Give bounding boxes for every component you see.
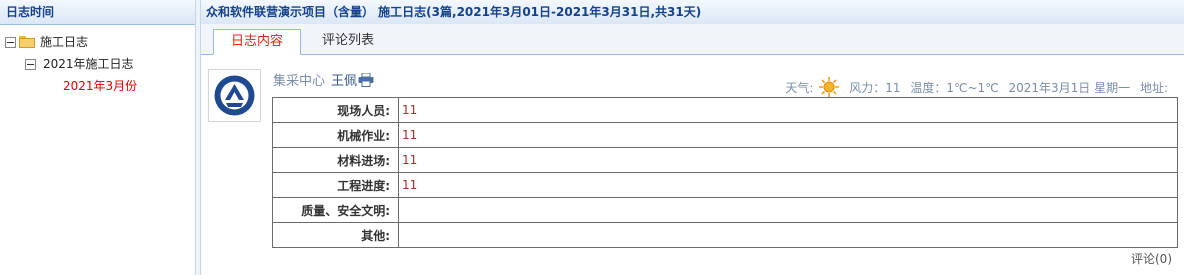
- wind-text: 风力：11: [849, 81, 901, 95]
- tab-comment-list[interactable]: 评论列表: [305, 29, 391, 53]
- row-value: [398, 222, 1178, 248]
- tree-month-label[interactable]: 2021年3月份: [63, 75, 137, 97]
- weather-line: 天气: 风力：11 温度：1℃~1℃ 2021年3月1日 星期一 地址:: [779, 77, 1168, 97]
- author-name: 王佩: [331, 74, 358, 89]
- row-label: 材料进场:: [272, 147, 399, 173]
- collapse-icon[interactable]: [5, 37, 16, 48]
- table-row: 工程进度: 11: [272, 172, 1178, 198]
- table-row: 材料进场: 11: [272, 147, 1178, 173]
- tab-strip: 日志内容 评论列表: [201, 24, 1184, 55]
- weather-label: 天气:: [785, 81, 814, 95]
- row-value: [398, 197, 1178, 223]
- department-label: 集采中心: [273, 74, 326, 89]
- temperature-text: 温度：1℃~1℃: [910, 81, 999, 95]
- left-panel-title: 日志时间: [0, 0, 195, 25]
- row-value: 11: [398, 147, 1178, 173]
- right-panel-title: 众和软件联营演示项目（含量） 施工日志(3篇,2021年3月01日-2021年3…: [201, 0, 1184, 25]
- tree-node-year[interactable]: 2021年施工日志: [0, 53, 195, 75]
- right-panel: 众和软件联营演示项目（含量） 施工日志(3篇,2021年3月01日-2021年3…: [201, 0, 1184, 275]
- row-label: 机械作业:: [272, 122, 399, 148]
- log-table: 现场人员: 11 机械作业: 11 材料进场: 11 工程进度: 11 质量、安…: [272, 97, 1178, 248]
- row-value: 11: [398, 172, 1178, 198]
- row-label: 质量、安全文明:: [272, 197, 399, 223]
- table-row: 质量、安全文明:: [272, 197, 1178, 223]
- tab-log-content[interactable]: 日志内容: [213, 29, 301, 55]
- row-label: 工程进度:: [272, 172, 399, 198]
- comments-link[interactable]: 评论(0): [1131, 250, 1172, 267]
- row-value: 11: [398, 97, 1178, 123]
- table-row: 机械作业: 11: [272, 122, 1178, 148]
- company-logo: [208, 69, 261, 122]
- date-tree: 施工日志 2021年施工日志 2021年3月份: [0, 25, 195, 97]
- folder-icon: [19, 36, 35, 48]
- tree-year-label[interactable]: 2021年施工日志: [43, 53, 134, 75]
- tree-node-month[interactable]: 2021年3月份: [0, 75, 195, 97]
- row-label: 现场人员:: [272, 97, 399, 123]
- tree-root-label[interactable]: 施工日志: [40, 31, 88, 53]
- tree-node-root[interactable]: 施工日志: [0, 31, 195, 53]
- left-panel: 日志时间 施工日志 2021年施工日志 2021年3月份: [0, 0, 196, 275]
- row-value: 11: [398, 122, 1178, 148]
- table-row: 其他:: [272, 222, 1178, 248]
- collapse-icon[interactable]: [25, 59, 36, 70]
- sun-icon: [819, 77, 840, 97]
- location-label: 地址:: [1139, 81, 1168, 95]
- author-line: 集采中心 王佩: [273, 70, 374, 89]
- table-row: 现场人员: 11: [272, 97, 1178, 123]
- printer-icon[interactable]: [358, 72, 374, 87]
- row-label: 其他:: [272, 222, 399, 248]
- date-text: 2021年3月1日 星期一: [1008, 81, 1131, 95]
